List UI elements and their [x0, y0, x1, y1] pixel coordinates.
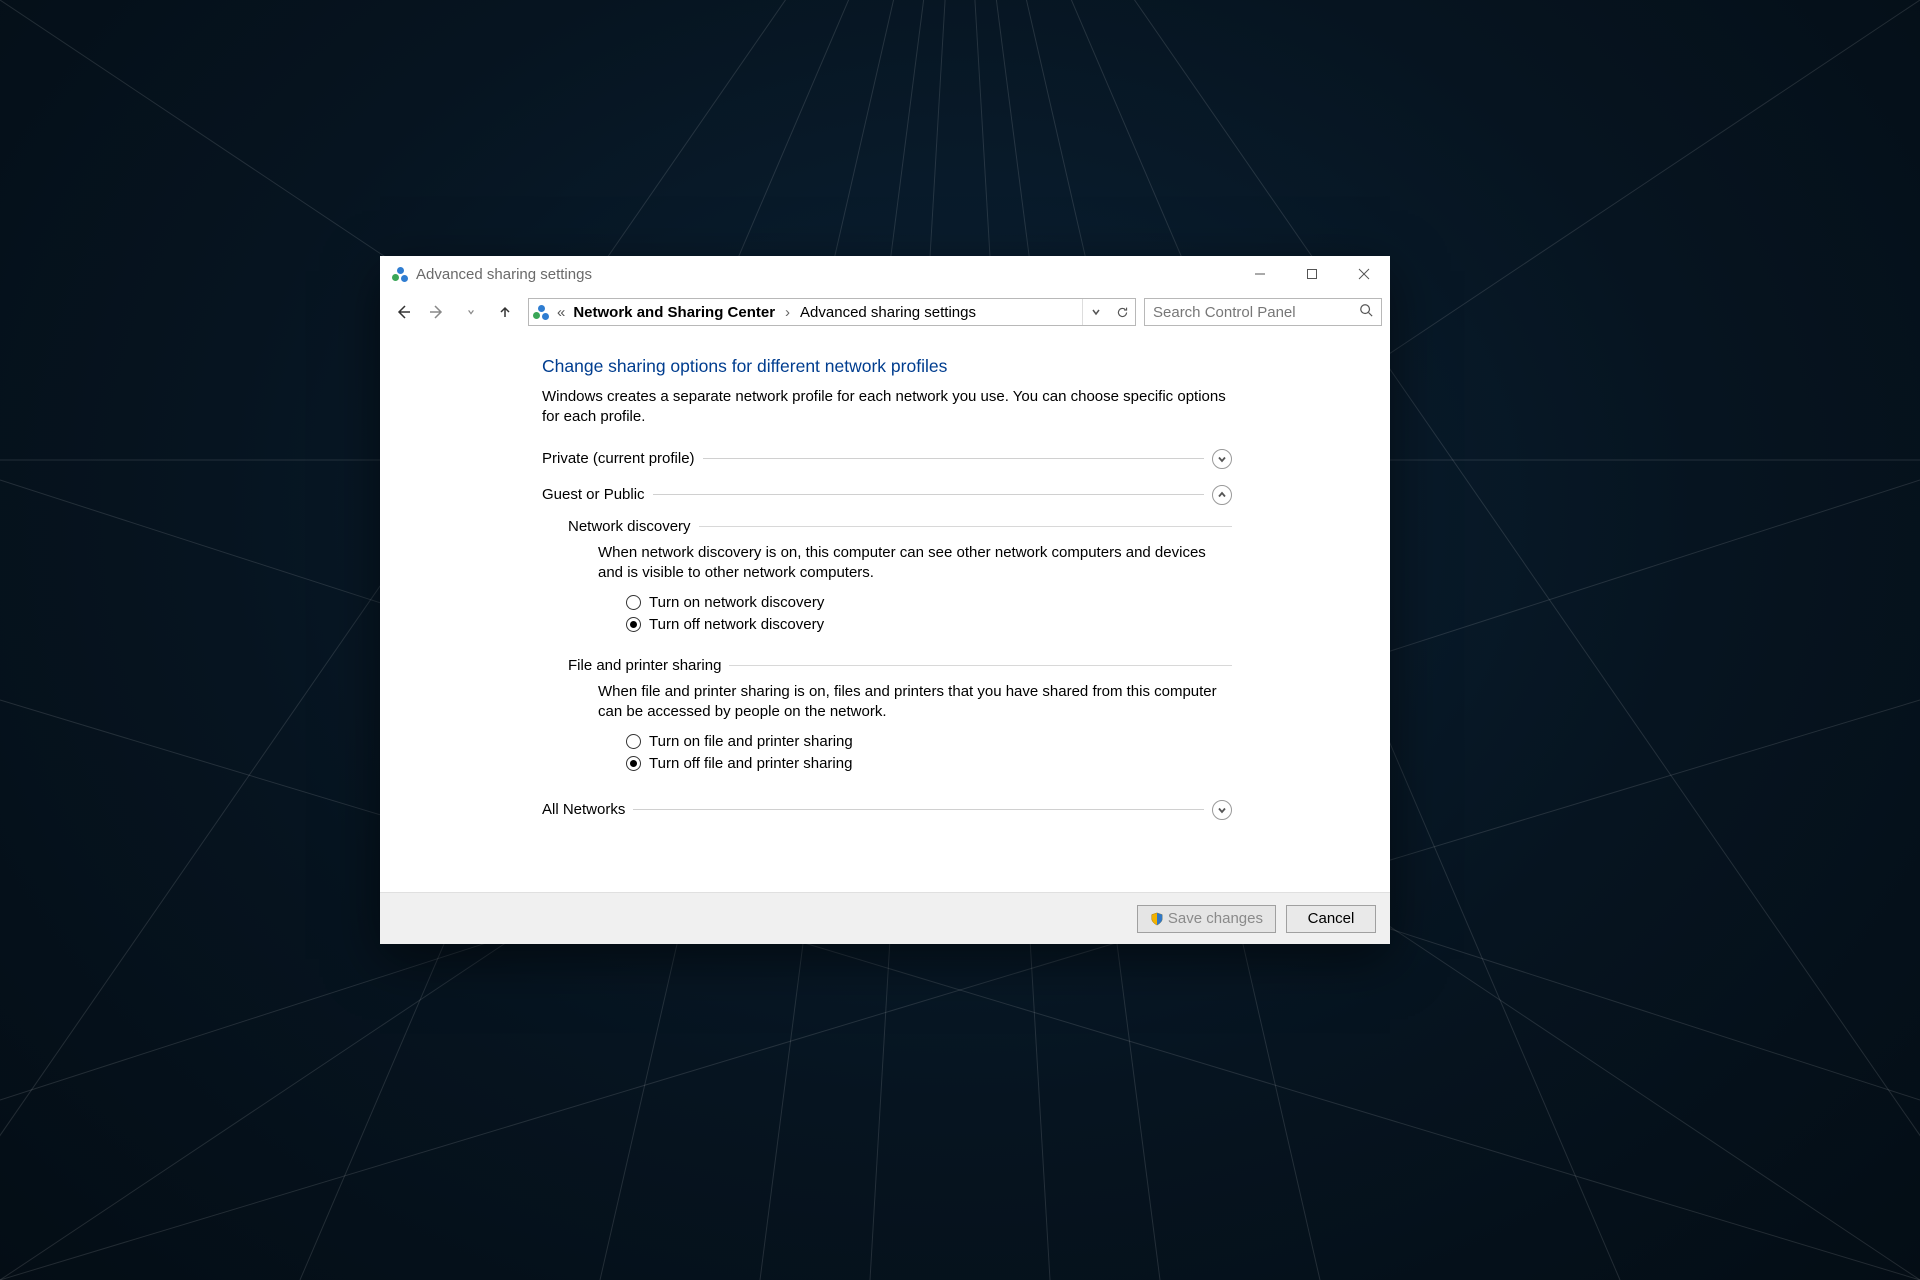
- radio-file-printer-on[interactable]: Turn on file and printer sharing: [626, 731, 1232, 753]
- section-description: When file and printer sharing is on, fil…: [598, 682, 1232, 723]
- expand-collapse-button[interactable]: [1212, 485, 1232, 505]
- search-placeholder: Search Control Panel: [1153, 304, 1296, 321]
- radio-label: Turn on network discovery: [649, 594, 824, 611]
- window-title: Advanced sharing settings: [416, 266, 592, 283]
- up-button[interactable]: [490, 297, 520, 327]
- radio-file-printer-off[interactable]: Turn off file and printer sharing: [626, 753, 1232, 775]
- recent-locations-button[interactable]: [456, 297, 486, 327]
- radio-icon: [626, 734, 641, 749]
- network-sharing-icon: [390, 265, 408, 283]
- control-panel-window: Advanced sharing settings: [380, 256, 1390, 944]
- radio-label: Turn on file and printer sharing: [649, 733, 853, 750]
- section-label: Network discovery: [568, 518, 699, 535]
- radio-network-discovery-on[interactable]: Turn on network discovery: [626, 591, 1232, 613]
- search-input[interactable]: Search Control Panel: [1144, 298, 1382, 326]
- profile-label: Guest or Public: [542, 486, 653, 503]
- profile-header-guest[interactable]: Guest or Public: [542, 482, 1232, 508]
- shield-icon: [1150, 912, 1164, 926]
- expand-collapse-button[interactable]: [1212, 449, 1232, 469]
- section-description: When network discovery is on, this compu…: [598, 543, 1232, 584]
- footer-bar: Save changes Cancel: [380, 892, 1390, 944]
- profile-label: Private (current profile): [542, 450, 703, 467]
- refresh-button[interactable]: [1109, 299, 1135, 325]
- address-dropdown-button[interactable]: [1083, 299, 1109, 325]
- back-button[interactable]: [388, 297, 418, 327]
- page-title: Change sharing options for different net…: [542, 356, 1232, 377]
- breadcrumb-overflow[interactable]: «: [553, 299, 569, 325]
- radio-icon: [626, 595, 641, 610]
- radio-label: Turn off network discovery: [649, 616, 824, 633]
- radio-icon: [626, 617, 641, 632]
- expand-collapse-button[interactable]: [1212, 800, 1232, 820]
- maximize-button[interactable]: [1286, 256, 1338, 292]
- section-label: File and printer sharing: [568, 657, 729, 674]
- search-icon: [1359, 303, 1373, 321]
- section-header-file-printer-sharing: File and printer sharing: [568, 657, 1232, 674]
- radio-icon: [626, 756, 641, 771]
- address-bar[interactable]: « Network and Sharing Center › Advanced …: [528, 298, 1136, 326]
- save-changes-button[interactable]: Save changes: [1137, 905, 1276, 933]
- page-description: Windows creates a separate network profi…: [542, 387, 1232, 428]
- section-header-network-discovery: Network discovery: [568, 518, 1232, 535]
- minimize-button[interactable]: [1234, 256, 1286, 292]
- profile-header-all-networks[interactable]: All Networks: [542, 797, 1232, 823]
- close-button[interactable]: [1338, 256, 1390, 292]
- radio-label: Turn off file and printer sharing: [649, 755, 852, 772]
- button-label: Save changes: [1168, 910, 1263, 927]
- navigation-bar: « Network and Sharing Center › Advanced …: [380, 292, 1390, 332]
- chevron-right-icon: ›: [779, 304, 796, 321]
- network-sharing-icon: [531, 303, 549, 321]
- forward-button[interactable]: [422, 297, 452, 327]
- title-bar: Advanced sharing settings: [380, 256, 1390, 292]
- radio-network-discovery-off[interactable]: Turn off network discovery: [626, 613, 1232, 635]
- profile-label: All Networks: [542, 801, 633, 818]
- breadcrumb-item[interactable]: Network and Sharing Center: [569, 299, 779, 325]
- content-area: Change sharing options for different net…: [380, 332, 1390, 892]
- cancel-button[interactable]: Cancel: [1286, 905, 1376, 933]
- profile-header-private[interactable]: Private (current profile): [542, 446, 1232, 472]
- breadcrumb-item[interactable]: Advanced sharing settings: [796, 299, 980, 325]
- button-label: Cancel: [1308, 910, 1355, 927]
